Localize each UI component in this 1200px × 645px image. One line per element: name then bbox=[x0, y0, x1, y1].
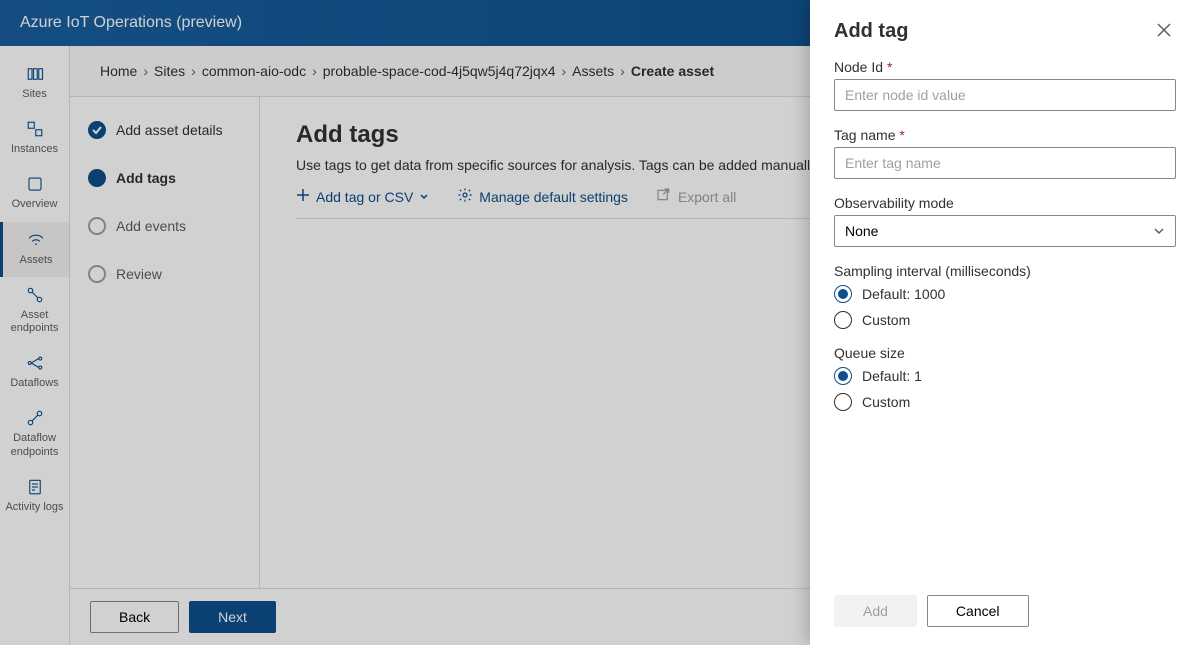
node-id-label: Node Id * bbox=[834, 59, 1176, 75]
tag-name-input[interactable] bbox=[834, 147, 1176, 179]
queue-size-default-radio[interactable]: Default: 1 bbox=[834, 367, 1176, 385]
radio-icon bbox=[834, 285, 852, 303]
node-id-input[interactable] bbox=[834, 79, 1176, 111]
panel-title: Add tag bbox=[834, 20, 908, 43]
node-id-field: Node Id * bbox=[834, 59, 1176, 111]
close-icon[interactable] bbox=[1152, 18, 1176, 45]
panel-header: Add tag bbox=[810, 0, 1200, 55]
radio-label: Custom bbox=[862, 312, 910, 328]
add-button: Add bbox=[834, 595, 917, 627]
radio-label: Default: 1 bbox=[862, 368, 922, 384]
cancel-button[interactable]: Cancel bbox=[927, 595, 1029, 627]
observability-mode-field: Observability mode None bbox=[834, 195, 1176, 247]
sampling-interval-custom-radio[interactable]: Custom bbox=[834, 311, 1176, 329]
queue-size-custom-radio[interactable]: Custom bbox=[834, 393, 1176, 411]
required-icon: * bbox=[899, 127, 904, 143]
radio-label: Default: 1000 bbox=[862, 286, 945, 302]
sampling-interval-label: Sampling interval (milliseconds) bbox=[834, 263, 1176, 279]
sampling-interval-field: Sampling interval (milliseconds) Default… bbox=[834, 263, 1176, 329]
required-icon: * bbox=[887, 59, 892, 75]
queue-size-radio-group: Default: 1 Custom bbox=[834, 367, 1176, 411]
sampling-interval-default-radio[interactable]: Default: 1000 bbox=[834, 285, 1176, 303]
radio-label: Custom bbox=[862, 394, 910, 410]
radio-icon bbox=[834, 367, 852, 385]
panel-footer: Add Cancel bbox=[810, 583, 1200, 645]
queue-size-label: Queue size bbox=[834, 345, 1176, 361]
radio-icon bbox=[834, 311, 852, 329]
queue-size-field: Queue size Default: 1 Custom bbox=[834, 345, 1176, 411]
observability-mode-select[interactable]: None bbox=[834, 215, 1176, 247]
observability-mode-label: Observability mode bbox=[834, 195, 1176, 211]
panel-body: Node Id * Tag name * Observability mode … bbox=[810, 55, 1200, 583]
sampling-interval-radio-group: Default: 1000 Custom bbox=[834, 285, 1176, 329]
tag-name-field: Tag name * bbox=[834, 127, 1176, 179]
tag-name-label: Tag name * bbox=[834, 127, 1176, 143]
radio-icon bbox=[834, 393, 852, 411]
add-tag-panel: Add tag Node Id * Tag name * Observabili… bbox=[810, 0, 1200, 645]
